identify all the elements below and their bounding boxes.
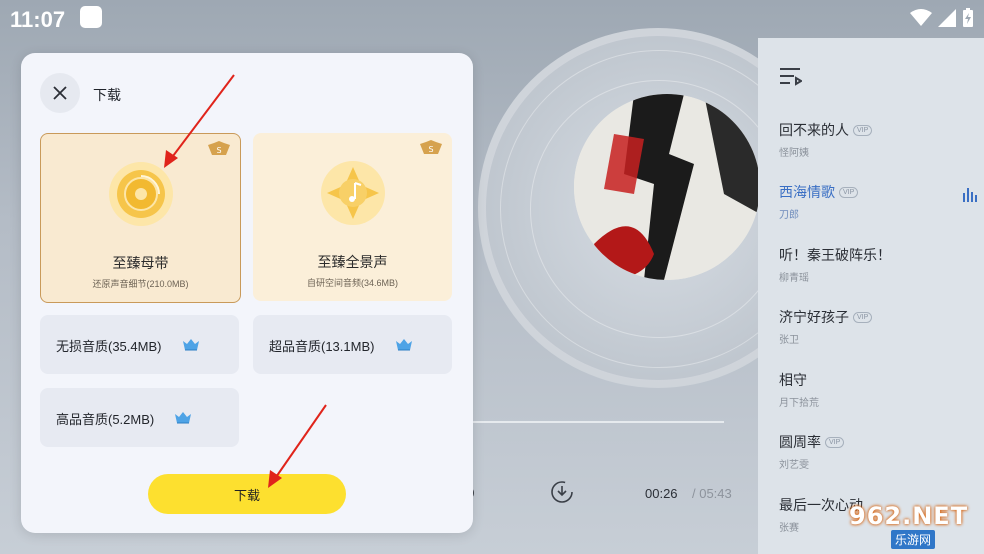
playlist-icon[interactable] <box>780 66 802 86</box>
vip-badge: VIP <box>825 436 845 448</box>
vip-badge: VIP <box>839 186 859 198</box>
option-sub: 自研空间音频(34.6MB) <box>306 278 398 288</box>
playlist-item[interactable]: 圆周率 VIP 刘艺雯 <box>779 432 979 471</box>
playlist-item[interactable]: 济宁好孩子 VIP 张卫 <box>779 307 979 346</box>
total-time: / 05:43 <box>692 486 732 501</box>
s-badge-text: S <box>428 145 433 154</box>
song-title: 听！秦王破阵乐！ <box>779 247 891 263</box>
vip-badge: VIP <box>853 124 873 136</box>
option-panoramic-sound[interactable]: S 至臻全景声 自研空间音频(34.6MB) <box>253 133 452 301</box>
song-title: 回不来的人 <box>779 122 849 138</box>
signal-icon <box>938 9 956 27</box>
option-super[interactable]: 超品音质(13.1MB) <box>253 315 452 374</box>
status-bar: 11:07 <box>0 0 984 38</box>
s-badge-icon: S <box>208 141 230 155</box>
playlist-panel: 回不来的人 VIP 怪阿姨 西海情歌 VIP 刀郎 听！秦王破阵乐！ 柳青瑶 济宁好… <box>758 38 984 554</box>
song-artist: 怪阿姨 <box>779 148 809 159</box>
option-lossless[interactable]: 无损音质(35.4MB) <box>40 315 239 374</box>
s-badge-text: S <box>216 146 221 155</box>
download-dialog: 下载 S 至臻母带 还原声音细节(210.0MB) S 至臻全景声 自研空间音频… <box>21 53 473 533</box>
vinyl-disc-icon <box>109 162 173 226</box>
song-title: 相守 <box>779 372 807 388</box>
watermark-logo: 962.NET 乐游网 <box>845 502 977 550</box>
vip-crown-icon <box>396 339 412 351</box>
vip-crown-icon <box>183 339 199 351</box>
watermark-text: 962.NET <box>849 502 969 530</box>
wifi-icon <box>910 9 932 26</box>
option-label: 高品音质(5.2MB) <box>56 412 155 427</box>
song-title: 西海情歌 <box>779 184 835 200</box>
equalizer-icon <box>963 188 977 202</box>
option-name: 至臻全景声 <box>317 254 388 270</box>
close-button[interactable] <box>40 73 80 113</box>
playlist-item[interactable]: 回不来的人 VIP 怪阿姨 <box>779 120 979 159</box>
song-artist: 月下拾荒 <box>779 398 819 409</box>
close-icon <box>53 86 67 100</box>
vip-badge: VIP <box>853 311 873 323</box>
song-artist: 刘艺雯 <box>779 460 809 471</box>
current-time: 00:26 <box>645 486 678 501</box>
status-icons <box>910 8 974 28</box>
download-button[interactable]: 下载 <box>148 474 346 514</box>
vip-crown-icon <box>175 412 191 424</box>
song-artist: 张卫 <box>779 335 799 346</box>
music-note-icon <box>321 161 385 225</box>
option-sub: 还原声音细节(210.0MB) <box>92 279 189 289</box>
status-time: 11:07 <box>10 7 66 32</box>
option-label: 超品音质(13.1MB) <box>269 339 375 354</box>
progress-bar[interactable] <box>470 421 724 423</box>
song-title: 济宁好孩子 <box>779 309 849 325</box>
playlist-item-active[interactable]: 西海情歌 VIP 刀郎 <box>779 182 979 221</box>
battery-icon <box>963 8 973 27</box>
album-cover <box>574 94 760 280</box>
playlist-item[interactable]: 听！秦王破阵乐！ 柳青瑶 <box>779 245 979 284</box>
option-high[interactable]: 高品音质(5.2MB) <box>40 388 239 447</box>
option-master-tape[interactable]: S 至臻母带 还原声音细节(210.0MB) <box>40 133 241 303</box>
watermark-sub: 乐游网 <box>891 530 936 549</box>
playlist-item[interactable]: 相守 月下拾荒 <box>779 370 979 409</box>
song-artist: 刀郎 <box>779 210 799 221</box>
song-artist: 柳青瑶 <box>779 273 809 284</box>
notification-icon <box>80 6 102 28</box>
dialog-title: 下载 <box>93 87 121 103</box>
option-label: 无损音质(35.4MB) <box>56 339 162 354</box>
song-title: 圆周率 <box>779 434 821 450</box>
s-badge-icon: S <box>420 140 442 154</box>
option-name: 至臻母带 <box>112 255 169 271</box>
download-icon[interactable] <box>550 480 574 504</box>
